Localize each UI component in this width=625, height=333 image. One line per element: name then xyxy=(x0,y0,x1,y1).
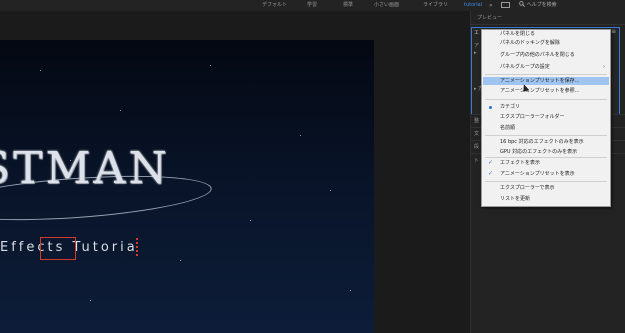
effects-panel-tab[interactable]: エ xyxy=(474,29,479,36)
panel-context-menu: パネルを閉じる パネルのドッキングを解除 グループ内の他のパネルを閉じる パネル… xyxy=(481,29,611,207)
workspace-small-screen[interactable]: 小さい画面 xyxy=(374,0,399,11)
checkmark-icon: ✓ xyxy=(488,170,494,177)
menu-separator xyxy=(485,74,607,75)
menu-item-browse-animation-presets[interactable]: アニメーションプリセットを参照... xyxy=(500,87,579,95)
menu-item-panel-group-settings[interactable]: パネルグループの設定 xyxy=(500,63,550,71)
checkmark-icon: ✓ xyxy=(488,159,494,166)
menu-item-reveal-in-explorer[interactable]: エクスプローラーで表示 xyxy=(500,184,555,192)
help-search-label: ヘルプを検索 xyxy=(526,2,557,8)
hamburger-icon[interactable]: ≡ xyxy=(611,28,616,35)
menu-separator xyxy=(485,99,607,100)
panel-row-label: ▸ xyxy=(474,50,477,56)
panel-row-label[interactable]: 整 xyxy=(474,117,479,124)
workspace-default[interactable]: デフォルト xyxy=(262,0,287,11)
menu-item-undock-panel[interactable]: パネルのドッキングを解除 xyxy=(500,39,560,47)
menu-item-refresh-list[interactable]: リストを更新 xyxy=(500,195,530,203)
submenu-arrow-icon: › xyxy=(603,64,605,70)
workspace-tutorial[interactable]: tutorial xyxy=(464,0,482,11)
panel-row-label[interactable]: 文 xyxy=(474,130,479,137)
workspace-standard[interactable]: 標準 xyxy=(343,0,353,11)
panel-row-label[interactable]: ト xyxy=(474,157,479,164)
menu-item-show-effects[interactable]: エフェクトを表示 xyxy=(500,159,540,167)
help-search[interactable]: ヘルプを検索 xyxy=(519,0,557,11)
text-selection-box[interactable] xyxy=(40,237,76,260)
workspace-overflow-button[interactable]: » xyxy=(489,0,493,11)
menu-item-show-16bpc-only[interactable]: 16 bpc 対応のエフェクトのみを表示 xyxy=(500,138,584,146)
search-icon xyxy=(519,1,525,7)
menu-item-explorer-folders[interactable]: エクスプローラーフォルダー xyxy=(500,113,565,121)
preview-panel-title[interactable]: プレビュー xyxy=(477,14,502,21)
menu-item-close-panel[interactable]: パネルを閉じる xyxy=(500,30,535,38)
composition-title-text: STMAN xyxy=(0,143,170,194)
menu-item-show-gpu-only[interactable]: GPU 対応のエフェクトのみを表示 xyxy=(500,148,577,156)
text-cursor-marker xyxy=(136,238,141,256)
panel-divider xyxy=(471,24,625,25)
menu-separator xyxy=(485,181,607,182)
menu-separator xyxy=(485,135,607,136)
panel-row-label: ア xyxy=(474,43,480,49)
menu-item-save-animation-preset[interactable]: アニメーションプリセットを保存... xyxy=(500,77,579,85)
menu-item-category[interactable]: カテゴリ xyxy=(500,103,520,111)
workspace-libraries[interactable]: ライブラリ xyxy=(423,0,448,11)
workspace-learn[interactable]: 学習 xyxy=(307,0,317,11)
panel-row-label[interactable]: 段 xyxy=(474,143,479,150)
menu-item-sort-by-name[interactable]: 名前順 xyxy=(500,124,515,132)
menu-separator xyxy=(485,157,607,158)
radio-selected-icon xyxy=(489,106,492,109)
workspace-menu-icon[interactable] xyxy=(501,2,510,8)
menu-item-show-animation-presets[interactable]: アニメーションプリセットを表示 xyxy=(500,170,575,178)
menu-item-close-other-panels[interactable]: グループ内の他のパネルを閉じる xyxy=(500,51,575,59)
